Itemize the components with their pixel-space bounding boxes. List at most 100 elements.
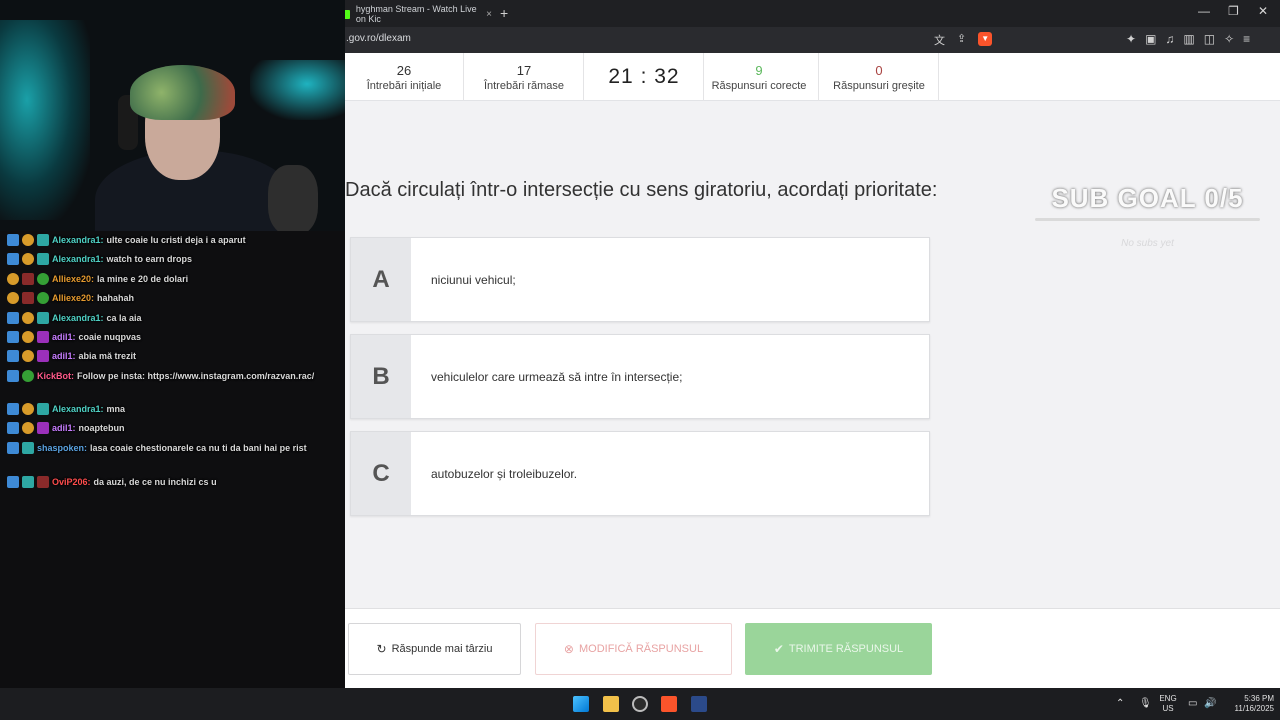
badge-icon bbox=[22, 273, 34, 285]
restore-icon[interactable]: ❐ bbox=[1228, 4, 1239, 18]
badge-icon bbox=[37, 273, 49, 285]
led-light bbox=[250, 60, 345, 120]
chat-text: da auzi, de ce nu inchizi cs u bbox=[93, 477, 217, 487]
chat-username: adil1: bbox=[52, 423, 76, 433]
new-tab-button[interactable]: + bbox=[500, 5, 508, 21]
chat-username: adil1: bbox=[52, 351, 76, 361]
badge-icon bbox=[7, 370, 19, 382]
tab-groups-icon[interactable]: ▣ bbox=[1145, 32, 1156, 46]
timer-value: 21 : 32 bbox=[608, 65, 680, 88]
stats-bar: 26 Întrebări inițiale 17 Întrebări rămas… bbox=[345, 53, 1280, 101]
chat-username: Alexandra1: bbox=[52, 313, 104, 323]
chat-message: Alliexe20: hahahah bbox=[7, 291, 341, 306]
share-icon[interactable]: ⇪ bbox=[957, 32, 966, 48]
badge-icon bbox=[7, 422, 19, 434]
led-light bbox=[0, 20, 90, 220]
badge-icon bbox=[7, 442, 19, 454]
app-icon[interactable] bbox=[691, 696, 707, 712]
volume-icon[interactable]: 🔊 bbox=[1204, 699, 1216, 709]
microphone-tray-icon[interactable]: 🎙 bbox=[1139, 699, 1152, 709]
microphone-icon bbox=[268, 165, 318, 231]
stat-remaining-questions: 17 Întrebări rămase bbox=[465, 53, 584, 101]
chat-message: adil1: noaptebun bbox=[7, 421, 341, 436]
network-icon[interactable]: ▭ bbox=[1188, 699, 1197, 709]
refresh-icon: ↻ bbox=[376, 642, 387, 656]
chat-username: OviP206: bbox=[52, 477, 91, 487]
clock[interactable]: 5:36 PM 11/16/2025 bbox=[1222, 694, 1274, 714]
badge-icon bbox=[7, 331, 19, 343]
badge-icon bbox=[37, 422, 49, 434]
music-icon[interactable]: ♫ bbox=[1165, 32, 1174, 46]
answer-option-a[interactable]: A niciunui vehicul; bbox=[350, 237, 930, 322]
stat-correct-answers: 9 Răspunsuri corecte bbox=[700, 53, 819, 101]
badge-icon bbox=[37, 292, 49, 304]
sub-goal-overlay: SUB GOAL 0/5 bbox=[1051, 183, 1244, 213]
question-text: Dacă circulați într-o intersecție cu sen… bbox=[345, 179, 938, 201]
answer-option-b[interactable]: B vehiculelor care urmează să intre în i… bbox=[350, 334, 930, 419]
answer-option-c[interactable]: C autobuzelor și troleibuzelor. bbox=[350, 431, 930, 516]
badge-icon bbox=[37, 350, 49, 362]
clock-time: 5:36 PM bbox=[1244, 694, 1274, 703]
badge-icon bbox=[22, 312, 34, 324]
chat-text: hahahah bbox=[97, 293, 135, 303]
url-field[interactable]: .gov.ro/dlexam bbox=[346, 33, 411, 44]
streamer-cap bbox=[130, 65, 235, 120]
badge-icon bbox=[37, 253, 49, 265]
browser-tab[interactable]: hyghman Stream - Watch Live on Kic × bbox=[340, 4, 492, 24]
badge-icon bbox=[22, 234, 34, 246]
tab-close-icon[interactable]: × bbox=[486, 9, 492, 20]
taskbar: ⌃ 🎙 ENG US ▭ 🔊 5:36 PM 11/16/2025 bbox=[0, 688, 1280, 720]
region-code: US bbox=[1162, 704, 1174, 713]
badge-icon bbox=[22, 253, 34, 265]
badge-icon bbox=[7, 273, 19, 285]
badge-icon bbox=[7, 350, 19, 362]
chat-message: shaspoken: lasa coaie chestionarele ca nu… bbox=[7, 441, 341, 456]
language-indicator[interactable]: ENG US bbox=[1156, 694, 1180, 714]
leo-ai-icon[interactable]: ✧ bbox=[1224, 32, 1234, 46]
badge-icon bbox=[22, 476, 34, 488]
wallet-icon[interactable]: ◫ bbox=[1204, 32, 1215, 46]
translate-icon[interactable]: 文 bbox=[934, 32, 945, 48]
file-explorer-icon[interactable] bbox=[603, 696, 619, 712]
tab-title: hyghman Stream - Watch Live on Kic bbox=[355, 4, 477, 24]
badge-icon bbox=[7, 234, 19, 246]
exam-page: 26 Întrebări inițiale 17 Întrebări rămas… bbox=[345, 53, 1280, 688]
stat-label: Întrebări inițiale bbox=[366, 80, 442, 92]
button-label: TRIMITE RĂSPUNSUL bbox=[788, 643, 904, 655]
chat-message: adil1: coaie nuqpvas bbox=[7, 330, 341, 345]
start-windows-icon[interactable] bbox=[573, 696, 589, 712]
stat-value: 26 bbox=[396, 63, 412, 78]
stat-timer: 21 : 32 bbox=[585, 53, 704, 101]
option-letter: A bbox=[351, 238, 411, 321]
submit-answer-button[interactable]: ✔ TRIMITE RĂSPUNSUL bbox=[745, 623, 932, 675]
chat-text: lasa coaie chestionarele ca nu ti da ban… bbox=[90, 443, 307, 453]
option-text: vehiculelor care urmează să intre în int… bbox=[431, 369, 683, 384]
chat-message: OviP206: da auzi, de ce nu inchizi cs u bbox=[7, 475, 341, 490]
badge-icon bbox=[7, 292, 19, 304]
badge-icon bbox=[37, 476, 49, 488]
chat-text: la mine e 20 de dolari bbox=[97, 274, 189, 284]
brave-shields-icon[interactable]: ▼ bbox=[978, 32, 993, 46]
badge-icon bbox=[37, 403, 49, 415]
stat-value: 0 bbox=[875, 63, 883, 78]
modify-answer-button[interactable]: ⊗ MODIFICĂ RĂSPUNSUL bbox=[535, 623, 732, 675]
obs-icon[interactable] bbox=[632, 696, 648, 712]
chat-text: noaptebun bbox=[78, 423, 125, 433]
menu-icon[interactable]: ≡ bbox=[1243, 32, 1250, 46]
minimize-icon[interactable]: — bbox=[1198, 4, 1210, 18]
chat-text: ulte coaie lu cristi deja i a aparut bbox=[106, 235, 246, 245]
chat-message: Alexandra1: ca la aia bbox=[7, 311, 341, 326]
tray-chevron-icon[interactable]: ⌃ bbox=[1116, 699, 1124, 709]
chat-username: KickBot: bbox=[37, 371, 75, 381]
answer-later-button[interactable]: ↻ Răspunde mai târziu bbox=[348, 623, 521, 675]
option-text: niciunui vehicul; bbox=[431, 272, 516, 287]
action-footer: ↻ Răspunde mai târziu ⊗ MODIFICĂ RĂSPUNS… bbox=[345, 608, 1280, 688]
brave-browser-icon[interactable] bbox=[661, 696, 677, 712]
extensions-icon[interactable]: ✦ bbox=[1126, 32, 1136, 46]
sidebar-icon[interactable]: ▥ bbox=[1183, 32, 1194, 46]
check-circle-icon: ✔ bbox=[773, 642, 784, 656]
option-letter: B bbox=[351, 335, 411, 418]
chat-username: Alliexe20: bbox=[52, 274, 95, 284]
close-window-icon[interactable]: ✕ bbox=[1258, 4, 1268, 18]
chat-username: Alliexe20: bbox=[52, 293, 95, 303]
